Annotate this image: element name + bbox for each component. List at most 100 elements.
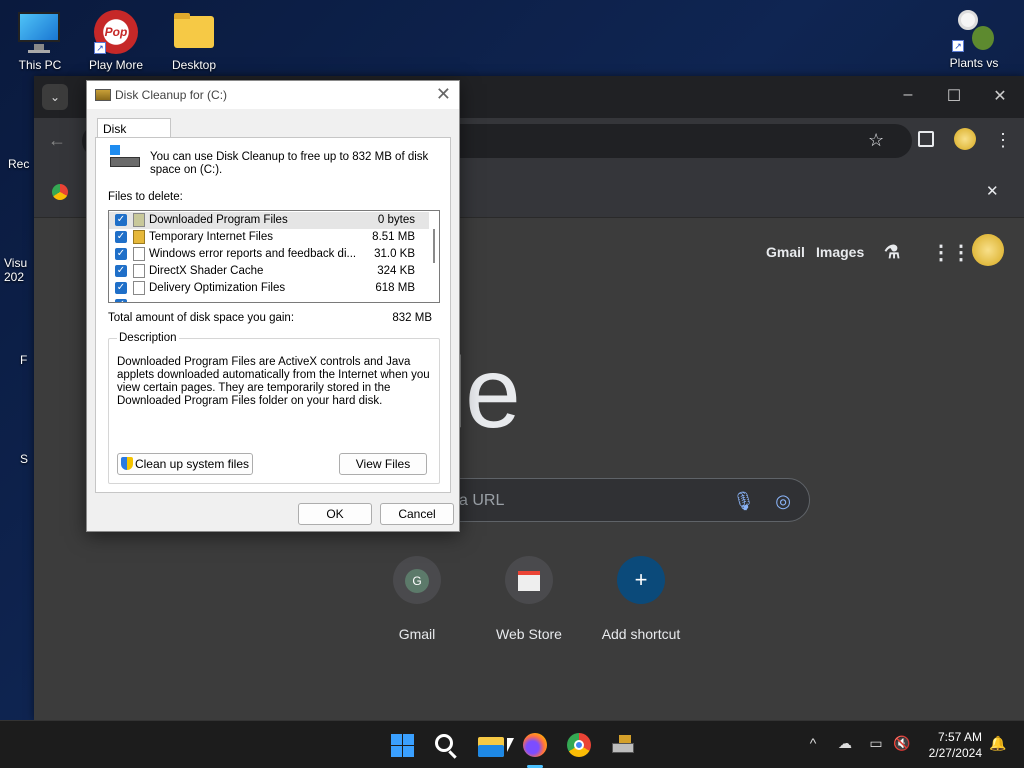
desktop-icon-plants-vs[interactable]: ↗ Plants vs xyxy=(934,8,1014,70)
disk-cleanup-dialog: Disk Cleanup for (C:) ✕ Disk Cleanup You… xyxy=(86,80,460,532)
chevron-down-icon[interactable]: ⌄ xyxy=(42,84,68,110)
firefox-icon[interactable] xyxy=(521,731,549,759)
popcap-icon: Pop ↗ xyxy=(92,10,140,54)
shortcut-label: Web Store xyxy=(496,626,562,642)
file-size: 324 KB xyxy=(377,265,415,277)
notification-bell-icon[interactable]: 🔔 xyxy=(988,735,1008,752)
description-text: Downloaded Program Files are ActiveX con… xyxy=(117,356,430,407)
profile-avatar[interactable] xyxy=(954,128,976,150)
disk-cleanup-icon[interactable] xyxy=(609,731,637,759)
start-icon[interactable] xyxy=(389,731,417,759)
file-icon xyxy=(133,213,145,227)
top-links: Gmail Images ⚗ ⋮⋮ xyxy=(724,232,1024,272)
clock-date: 2/27/2024 xyxy=(928,746,982,760)
file-icon xyxy=(133,247,145,261)
file-icon xyxy=(133,264,145,278)
lens-icon[interactable]: ◎ xyxy=(775,479,791,523)
folder-icon xyxy=(170,10,218,54)
shortcut-gmail[interactable]: G Gmail xyxy=(361,556,473,642)
chrome-logo-icon[interactable] xyxy=(52,184,68,200)
lock-icon xyxy=(133,230,145,244)
file-size: 0 bytes xyxy=(377,214,415,226)
view-files-button[interactable]: View Files xyxy=(339,453,427,475)
disk-cleanup-panel: You can use Disk Cleanup to free up to 8… xyxy=(95,137,451,493)
clock[interactable]: 7:57 AM 2/27/2024 xyxy=(929,729,982,761)
clock-time: 7:57 AM xyxy=(937,730,982,744)
partial-label: S xyxy=(20,452,29,466)
list-item[interactable]: ✓ Downloaded Program Files 0 bytes xyxy=(109,212,429,229)
shortcut-label: Add shortcut xyxy=(601,626,681,642)
desktop-icon-label: Desktop xyxy=(171,58,217,72)
tab-disk-cleanup[interactable]: Disk Cleanup xyxy=(97,118,171,150)
checkbox[interactable]: ✓ xyxy=(115,282,127,294)
checkbox[interactable]: ✓ xyxy=(115,231,127,243)
chevron-up-icon[interactable]: ^ xyxy=(803,735,823,751)
list-scrollbar[interactable] xyxy=(429,211,439,302)
checkbox[interactable]: ✓ xyxy=(115,299,127,302)
plus-icon: + xyxy=(617,556,665,604)
file-size: 8.51 MB xyxy=(372,231,415,243)
clean-up-system-files-button[interactable]: Clean up system files xyxy=(117,453,253,475)
list-item[interactable]: ✓ Delivery Optimization Files 618 MB xyxy=(109,280,429,297)
intro-text: You can use Disk Cleanup to free up to 8… xyxy=(150,151,429,176)
gmail-link[interactable]: Gmail xyxy=(766,244,805,260)
search-placeholder: a URL xyxy=(459,492,505,509)
search-icon[interactable] xyxy=(433,731,461,759)
file-size: 31.0 KB xyxy=(374,248,415,260)
file-explorer-icon[interactable] xyxy=(477,731,505,759)
images-link[interactable]: Images xyxy=(816,244,864,260)
file-size: 618 MB xyxy=(375,282,415,294)
apps-grid-icon[interactable]: ⋮⋮ xyxy=(931,240,971,265)
file-name: DirectX Shader Cache xyxy=(149,265,264,277)
files-list[interactable]: ✓ Downloaded Program Files 0 bytes ✓ Tem… xyxy=(108,210,440,303)
gmail-shortcut-icon: G xyxy=(393,556,441,604)
checkbox[interactable]: ✓ xyxy=(115,214,127,226)
drive-icon xyxy=(110,145,140,169)
partial-label: Rec xyxy=(8,157,30,171)
total-space-value: 832 MB xyxy=(392,312,432,324)
onedrive-icon[interactable]: ☁ xyxy=(835,735,855,752)
dialog-titlebar: Disk Cleanup for (C:) ✕ xyxy=(87,81,459,109)
partial-label: F xyxy=(20,353,28,367)
checkbox[interactable]: ✓ xyxy=(115,248,127,260)
cancel-button[interactable]: Cancel xyxy=(380,503,454,525)
network-icon[interactable]: ▭ xyxy=(866,735,886,752)
scrollbar-thumb[interactable] xyxy=(433,229,435,263)
file-icon xyxy=(133,281,145,295)
shield-icon xyxy=(120,457,133,470)
desktop-icon-play-more[interactable]: Pop ↗ Play More xyxy=(76,10,156,72)
list-item[interactable]: ✓ xyxy=(109,297,429,302)
volume-icon[interactable]: 🔇 xyxy=(892,735,912,752)
web-store-icon xyxy=(505,556,553,604)
shortcut-web-store[interactable]: Web Store xyxy=(473,556,585,642)
description-legend: Description xyxy=(117,332,179,344)
desktop-icon-desktop-folder[interactable]: Desktop xyxy=(154,10,234,72)
menu-icon[interactable]: ⋮ xyxy=(994,130,1012,151)
minimize-button[interactable]: – xyxy=(893,86,923,104)
side-panel-icon[interactable] xyxy=(918,131,934,147)
checkbox[interactable]: ✓ xyxy=(115,265,127,277)
total-space-label: Total amount of disk space you gain: xyxy=(108,312,295,324)
close-button[interactable]: ✕ xyxy=(436,84,451,105)
close-button[interactable]: ✕ xyxy=(985,86,1015,106)
file-name: Delivery Optimization Files xyxy=(149,282,286,294)
close-icon[interactable]: ✕ xyxy=(986,182,999,200)
maximize-button[interactable]: ☐ xyxy=(939,86,969,106)
labs-icon[interactable]: ⚗ xyxy=(884,242,900,263)
account-avatar[interactable] xyxy=(972,234,1004,266)
star-icon[interactable]: ☆ xyxy=(868,130,884,151)
button-label: Clean up system files xyxy=(134,457,250,471)
plants-icon: ↗ xyxy=(950,8,998,52)
chrome-icon[interactable] xyxy=(565,731,593,759)
list-item[interactable]: ✓ DirectX Shader Cache 324 KB xyxy=(109,263,429,280)
back-icon[interactable]: ← xyxy=(48,130,66,151)
ok-button[interactable]: OK xyxy=(298,503,372,525)
microphone-icon[interactable]: 🎙 xyxy=(732,479,755,523)
partial-label: 202 xyxy=(4,270,25,284)
description-group: Description Downloaded Program Files are… xyxy=(108,332,440,484)
shortcut-add[interactable]: + Add shortcut xyxy=(585,556,697,642)
partial-label: Visu xyxy=(4,256,28,270)
disk-cleanup-icon xyxy=(95,89,111,101)
list-item[interactable]: ✓ Temporary Internet Files 8.51 MB xyxy=(109,229,429,246)
list-item[interactable]: ✓ Windows error reports and feedback di.… xyxy=(109,246,429,263)
